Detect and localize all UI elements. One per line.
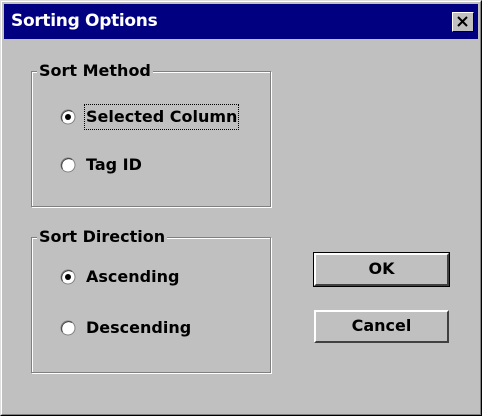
close-icon [457,16,468,27]
radio-tag-id[interactable]: Tag ID [60,154,260,176]
sort-method-group: Sort Method Selected Column Tag ID [31,61,271,207]
sorting-options-dialog: Sorting Options Sort Method Selected Col… [0,0,482,416]
radio-label-descending: Descending [86,318,192,337]
cancel-button-label: Cancel [351,316,412,335]
radio-selected-icon[interactable] [60,109,76,125]
radio-ascending[interactable]: Ascending [60,266,260,288]
radio-label-ascending: Ascending [86,267,180,286]
dialog-title: Sorting Options [11,11,158,31]
sort-direction-label: Sort Direction [37,227,168,247]
cancel-button[interactable]: Cancel [314,310,449,343]
sort-method-label: Sort Method [37,61,153,81]
close-button[interactable] [452,12,474,32]
radio-selected-column[interactable]: Selected Column [60,104,260,130]
ok-button[interactable]: OK [313,252,450,287]
radio-label-tag-id: Tag ID [86,155,142,174]
title-bar[interactable]: Sorting Options [4,4,478,39]
radio-unselected-icon[interactable] [60,320,76,336]
radio-label-selected-column: Selected Column [83,104,240,130]
radio-unselected-icon[interactable] [60,157,76,173]
radio-descending[interactable]: Descending [60,317,260,339]
sort-direction-group: Sort Direction Ascending Descending [31,227,271,373]
radio-selected-icon[interactable] [60,269,76,285]
ok-button-label: OK [368,259,395,278]
